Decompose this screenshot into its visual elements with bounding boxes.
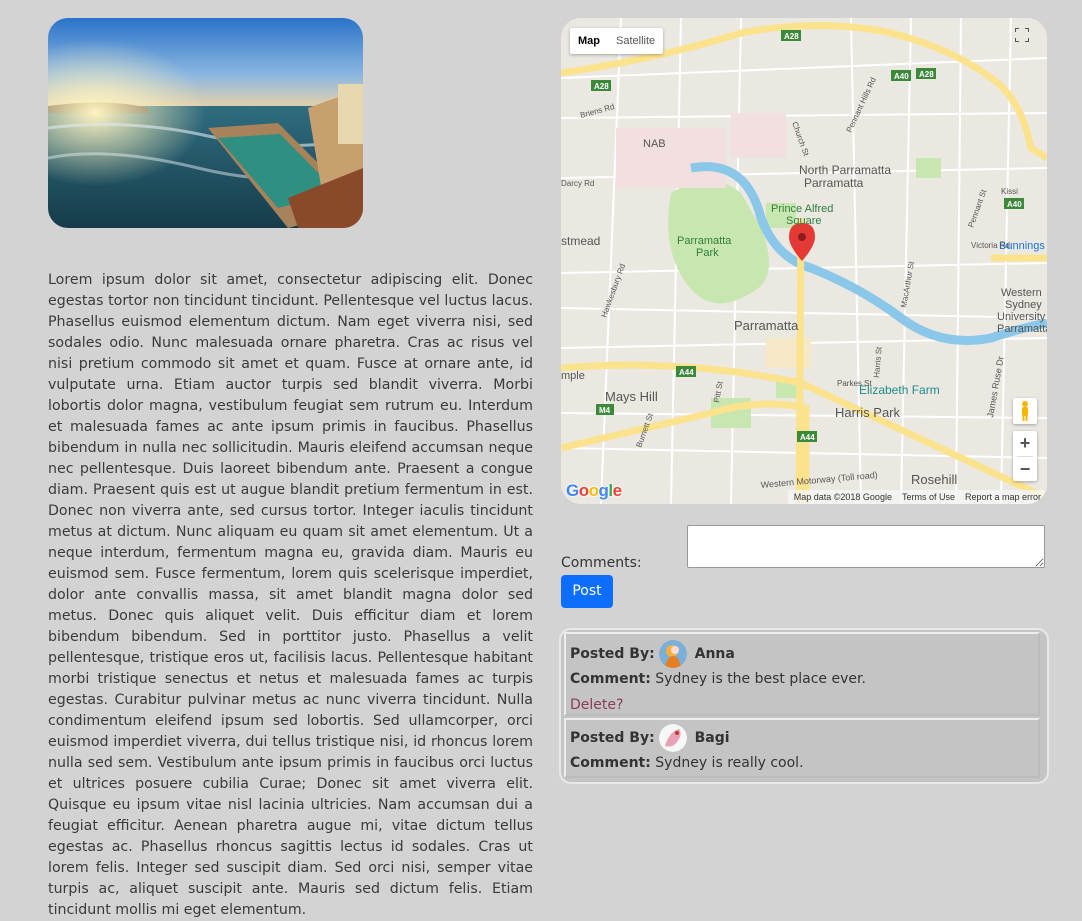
comment-item: Posted By: Bagi Comment: Sydney is reall… xyxy=(564,718,1040,778)
post-button[interactable]: Post xyxy=(561,575,613,608)
map-footer: Map data ©2018 Google Terms of Use Repor… xyxy=(787,490,1047,504)
label-western-sydney-2: Sydney xyxy=(1005,299,1042,311)
label-stmead: stmead xyxy=(561,234,600,248)
hero-image xyxy=(48,18,363,228)
google-logo[interactable]: Google xyxy=(566,481,622,501)
map-canvas[interactable]: A28 A28 A28 A40 A40 A44 A44 M4 North Par… xyxy=(561,18,1047,504)
map-data-attribution: Map data ©2018 Google xyxy=(793,492,892,502)
comment-author-row: Posted By: Anna xyxy=(570,640,735,668)
label-mays-hill: Mays Hill xyxy=(605,389,658,404)
badge-a40-1: A40 xyxy=(894,72,909,81)
label-victoria-rd: Victoria Rd xyxy=(971,241,1010,250)
article-body: Lorem ipsum dolor sit amet, consectetur … xyxy=(48,272,533,918)
label-rosehill: Rosehill xyxy=(911,472,957,487)
report-map-error-link[interactable]: Report a map error xyxy=(965,490,1041,504)
comment-author-row: Posted By: Bagi xyxy=(570,724,730,752)
comments-label: Comments: xyxy=(561,555,642,571)
label-nab: NAB xyxy=(643,138,666,150)
map-type-satellite-button[interactable]: Satellite xyxy=(608,28,663,54)
badge-a44-1: A44 xyxy=(679,368,694,377)
comments-list: Posted By: Anna Comment: Sydney is the b… xyxy=(561,630,1047,782)
label-western-sydney-1: Western xyxy=(1001,287,1042,299)
comment-author: Anna xyxy=(694,646,735,662)
zoom-out-button[interactable]: − xyxy=(1013,457,1037,482)
label-parkes-st: Parkes St xyxy=(837,379,872,388)
label-prince-alfred-2: Square xyxy=(786,215,821,227)
comment-textarea[interactable] xyxy=(687,525,1045,568)
badge-m4: M4 xyxy=(599,406,611,415)
comment-label: Comment: xyxy=(570,755,651,771)
posted-by-label: Posted By: xyxy=(570,646,655,662)
badge-a28-3: A28 xyxy=(919,70,934,79)
label-mple: mple xyxy=(561,370,585,382)
badge-a28-2: A28 xyxy=(594,82,609,91)
comment-author: Bagi xyxy=(694,730,730,746)
label-north-parramatta-2: Parramatta xyxy=(804,176,864,190)
posted-by-label: Posted By: xyxy=(570,730,655,746)
map-widget[interactable]: A28 A28 A28 A40 A40 A44 A44 M4 North Par… xyxy=(561,18,1047,504)
badge-a44-2: A44 xyxy=(800,433,815,442)
pegman-icon[interactable] xyxy=(1013,398,1037,424)
label-darcy-rd: Darcy Rd xyxy=(561,179,594,188)
label-western-sydney-4: Parramatta xyxy=(997,323,1047,335)
comment-text: Sydney is really cool. xyxy=(655,755,804,771)
avatar xyxy=(659,640,688,668)
badge-a40-2: A40 xyxy=(1007,200,1022,209)
comment-actions-row: Delete? xyxy=(570,697,623,713)
map-type-control: Map Satellite xyxy=(570,28,664,54)
zoom-control: + − xyxy=(1013,431,1037,481)
zoom-in-button[interactable]: + xyxy=(1013,431,1037,456)
comment-text: Sydney is the best place ever. xyxy=(655,671,866,687)
comment-body-row: Comment: Sydney is the best place ever. xyxy=(570,671,866,687)
label-parramatta: Parramatta xyxy=(734,318,799,333)
fullscreen-icon[interactable] xyxy=(1015,28,1037,50)
map-type-map-button[interactable]: Map xyxy=(570,28,608,54)
label-harris-park: Harris Park xyxy=(835,405,901,420)
label-prince-alfred: Prince Alfred xyxy=(771,203,833,215)
comment-item: Posted By: Anna Comment: Sydney is the b… xyxy=(564,632,1040,716)
label-kissing: Kissi xyxy=(1001,187,1018,196)
delete-comment-link[interactable]: Delete? xyxy=(570,697,623,713)
label-parramatta-park-2: Park xyxy=(696,247,719,259)
label-parramatta-park: Parramatta xyxy=(677,235,732,247)
comment-label: Comment: xyxy=(570,671,651,687)
badge-a28-1: A28 xyxy=(784,32,799,41)
terms-of-use-link[interactable]: Terms of Use xyxy=(902,490,955,504)
avatar xyxy=(659,724,688,752)
label-north-parramatta: North Parramatta xyxy=(799,163,891,177)
comment-body-row: Comment: Sydney is really cool. xyxy=(570,755,804,771)
label-western-sydney-3: University xyxy=(997,311,1046,323)
